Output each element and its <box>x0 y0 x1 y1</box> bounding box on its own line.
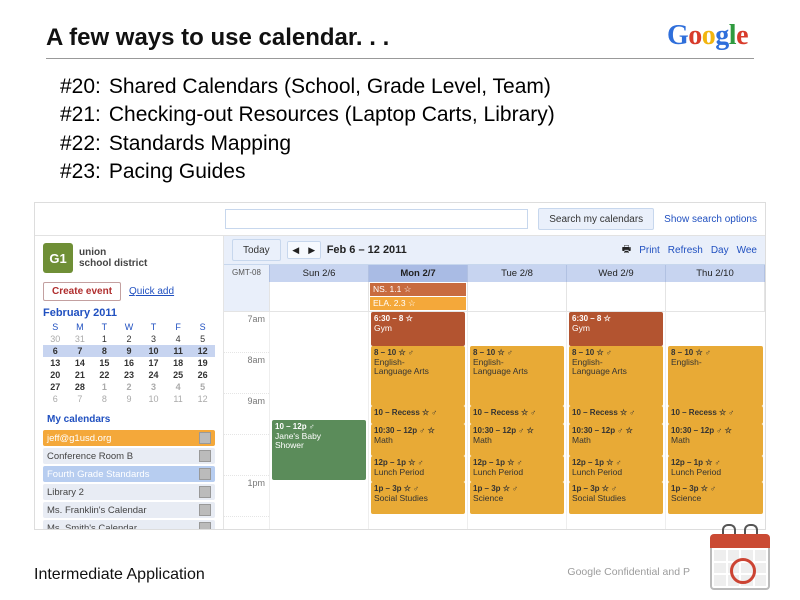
day-header-row: GMT-08 Sun 2/6 Mon 2/7 Tue 2/8 Wed 2/9 T… <box>224 265 765 282</box>
google-logo: Google <box>667 20 754 52</box>
event[interactable]: 10 – Recess ☆ ♂ <box>668 406 763 424</box>
day-header[interactable]: Sun 2/6 <box>270 265 369 282</box>
date-range: Feb 6 – 12 2011 <box>327 244 407 256</box>
sidebar-calendar-item[interactable]: Fourth Grade Standards <box>43 466 215 482</box>
page-title: A few ways to use calendar. . . <box>46 24 389 52</box>
bullet-list: #20: Shared Calendars (School, Grade Leve… <box>60 73 740 186</box>
sidebar-calendar-item[interactable]: jeff@g1usd.org <box>43 430 215 446</box>
sidebar-calendar-item[interactable]: Conference Room B <box>43 448 215 464</box>
my-calendars-header[interactable]: My calendars <box>43 411 215 428</box>
event[interactable]: 8 – 10 ☆ ♂English-Language Arts <box>470 346 564 406</box>
bullet-text: Checking-out Resources (Laptop Carts, Li… <box>109 101 555 129</box>
today-button[interactable]: Today <box>232 239 281 261</box>
divider <box>46 58 754 59</box>
org-logo: G1 <box>43 243 73 273</box>
event[interactable]: 1p – 3p ☆ ♂Science <box>668 482 763 514</box>
calendar-screenshot: Search my calendars Show search options … <box>34 202 766 530</box>
org-name-1: union <box>79 247 106 258</box>
quick-add-link[interactable]: Quick add <box>129 286 174 297</box>
bullet-text: Shared Calendars (School, Grade Level, T… <box>109 73 551 101</box>
event[interactable]: 6:30 – 8 ☆Gym <box>371 312 465 346</box>
bullet-num: #23: <box>60 158 101 186</box>
refresh-link[interactable]: Refresh <box>668 245 703 256</box>
sidebar-calendar-item[interactable]: Ms. Smith's Calendar <box>43 520 215 530</box>
event[interactable]: 10:30 – 12p ♂ ☆Math <box>668 424 763 456</box>
mini-month-label: February 2011 <box>43 307 215 319</box>
event[interactable]: 8 – 10 ☆ ♂English- <box>668 346 763 406</box>
bullet-text: Standards Mapping <box>109 130 291 158</box>
time-grid[interactable]: 7am 8am 9am 1pm 10 – 12p ♂Jane's BabySho… <box>224 312 765 529</box>
print-link[interactable]: Print <box>639 245 660 256</box>
time-label: 7am <box>224 312 269 353</box>
org-name-2: school district <box>79 258 147 269</box>
event[interactable]: 10:30 – 12p ♂ ☆Math <box>569 424 663 456</box>
calendar-clipart-icon <box>710 530 770 590</box>
bullet-text: Pacing Guides <box>109 158 246 186</box>
prev-icon[interactable]: ◀ <box>288 242 304 258</box>
create-event-button[interactable]: Create event <box>43 282 121 301</box>
footer-left: Intermediate Application <box>34 566 205 584</box>
event[interactable]: 10:30 – 12p ♂ ☆Math <box>470 424 564 456</box>
bullet-num: #20: <box>60 73 101 101</box>
event[interactable]: 8 – 10 ☆ ♂English-Language Arts <box>371 346 465 406</box>
event[interactable]: 12p – 1p ☆ ♂Lunch Period <box>371 456 465 482</box>
event[interactable]: 10 – Recess ☆ ♂ <box>569 406 663 424</box>
day-header[interactable]: Tue 2/8 <box>468 265 567 282</box>
allday-row: NS. 1.1 ☆ ELA. 2.3 ☆ <box>224 282 765 312</box>
gmt-label: GMT-08 <box>224 265 270 282</box>
event[interactable]: 1p – 3p ☆ ♂Social Studies <box>569 482 663 514</box>
event[interactable]: 1p – 3p ☆ ♂Social Studies <box>371 482 465 514</box>
event[interactable]: 10:30 – 12p ♂ ☆Math <box>371 424 465 456</box>
event[interactable]: 12p – 1p ☆ ♂Lunch Period <box>668 456 763 482</box>
sidebar-calendar-item[interactable]: Library 2 <box>43 484 215 500</box>
mini-month[interactable]: SMTWTFS 303112345 6789101112 13141516171… <box>43 321 215 405</box>
print-icon[interactable]: 🖶 <box>622 242 631 259</box>
event[interactable]: 10 – Recess ☆ ♂ <box>371 406 465 424</box>
event[interactable]: 1p – 3p ☆ ♂Science <box>470 482 564 514</box>
allday-event[interactable]: NS. 1.1 ☆ <box>370 283 466 296</box>
footer-right: Google Confidential and P <box>567 566 690 578</box>
time-label: 9am <box>224 394 269 435</box>
day-tab[interactable]: Day <box>711 245 729 256</box>
calendar-sidebar: G1 unionschool district Create event Qui… <box>35 236 224 529</box>
event[interactable]: 10 – 12p ♂Jane's BabyShower <box>272 420 366 480</box>
bullet-num: #22: <box>60 130 101 158</box>
event[interactable]: 10 – Recess ☆ ♂ <box>470 406 564 424</box>
day-header[interactable]: Thu 2/10 <box>666 265 765 282</box>
time-label: 8am <box>224 353 269 394</box>
show-search-options-link[interactable]: Show search options <box>664 214 757 225</box>
week-tab[interactable]: Wee <box>737 245 757 256</box>
event[interactable]: 12p – 1p ☆ ♂Lunch Period <box>569 456 663 482</box>
search-button[interactable]: Search my calendars <box>538 208 654 230</box>
allday-event[interactable]: ELA. 2.3 ☆ <box>370 297 466 310</box>
time-label <box>224 435 269 476</box>
event[interactable]: 6:30 – 8 ☆Gym <box>569 312 663 346</box>
time-label: 1pm <box>224 476 269 517</box>
next-icon[interactable]: ▶ <box>304 242 320 258</box>
bullet-num: #21: <box>60 101 101 129</box>
search-input[interactable] <box>225 209 528 229</box>
day-header[interactable]: Wed 2/9 <box>567 265 666 282</box>
day-header[interactable]: Mon 2/7 <box>369 265 468 282</box>
event[interactable]: 12p – 1p ☆ ♂Lunch Period <box>470 456 564 482</box>
event[interactable]: 8 – 10 ☆ ♂English-Language Arts <box>569 346 663 406</box>
sidebar-calendar-item[interactable]: Ms. Franklin's Calendar <box>43 502 215 518</box>
calendar-main: Today ◀▶ Feb 6 – 12 2011 🖶 Print Refresh… <box>224 236 765 529</box>
nav-arrows[interactable]: ◀▶ <box>287 241 321 259</box>
